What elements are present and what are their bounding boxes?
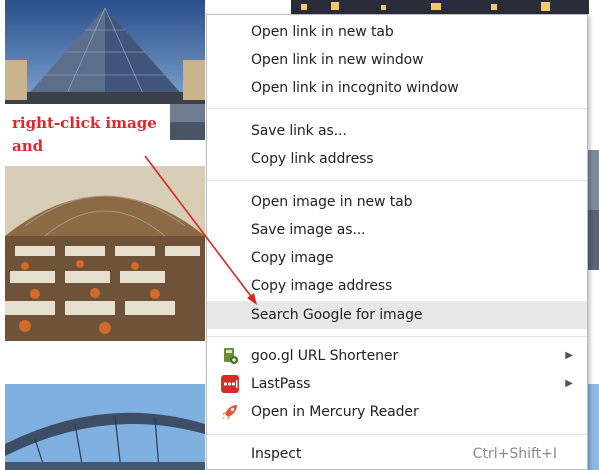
- submenu-arrow-icon: ▶: [565, 350, 573, 361]
- menu-item-open-in-mercury-reader[interactable]: Open in Mercury Reader: [207, 399, 587, 425]
- menu-item-open-image-new-tab[interactable]: Open image in new tab: [207, 189, 587, 215]
- menu-item-goo-gl-shortener[interactable]: goo.gl URL Shortener ▶: [207, 343, 587, 369]
- menu-item-label: Open image in new tab: [251, 194, 413, 210]
- goo-gl-shortener-icon: [221, 347, 239, 365]
- mercury-reader-rocket-icon: [221, 403, 239, 421]
- annotation-callout: right-click image and: [0, 104, 170, 166]
- menu-item-save-image-as[interactable]: Save image as...: [207, 217, 587, 243]
- annotation-line-2: and: [12, 137, 44, 155]
- context-menu: Open link in new tab Open link in new wi…: [206, 14, 588, 470]
- menu-item-label: goo.gl URL Shortener: [251, 348, 399, 364]
- louvre-pyramid-photo[interactable]: [5, 0, 205, 104]
- menu-item-open-link-new-tab[interactable]: Open link in new tab: [207, 19, 587, 45]
- menu-item-copy-link-address[interactable]: Copy link address: [207, 146, 587, 172]
- menu-separator: [207, 336, 587, 337]
- annotation-line-1: right-click image: [12, 114, 157, 132]
- menu-item-save-link-as[interactable]: Save link as...: [207, 118, 587, 144]
- menu-item-label: Open in Mercury Reader: [251, 404, 419, 420]
- menu-item-label: Search Google for image: [251, 307, 423, 323]
- inspect-shortcut: Ctrl+Shift+I: [472, 446, 557, 462]
- partial-photo-right-lower: [588, 384, 599, 470]
- menu-item-search-google-for-image[interactable]: Search Google for image: [207, 301, 587, 329]
- lastpass-icon: [221, 375, 239, 393]
- menu-item-label: LastPass: [251, 376, 311, 392]
- menu-item-label: Open link in new window: [251, 52, 424, 68]
- menu-item-label: Copy image: [251, 250, 334, 266]
- menu-separator: [207, 108, 587, 109]
- city-night-photo[interactable]: [291, 0, 589, 14]
- bridge-photo[interactable]: [5, 384, 205, 470]
- partial-photo-right: [588, 150, 599, 270]
- menu-item-label: Save image as...: [251, 222, 366, 238]
- menu-item-copy-image-address[interactable]: Copy image address: [207, 273, 587, 299]
- menu-item-lastpass[interactable]: LastPass ▶: [207, 371, 587, 397]
- menu-item-label: Open link in new tab: [251, 24, 394, 40]
- menu-item-open-link-new-window[interactable]: Open link in new window: [207, 47, 587, 73]
- market-hall-photo[interactable]: [5, 166, 205, 341]
- menu-separator: [207, 434, 587, 435]
- menu-item-label: Save link as...: [251, 123, 347, 139]
- menu-item-label: Copy link address: [251, 151, 374, 167]
- menu-item-label: Open link in incognito window: [251, 80, 459, 96]
- menu-item-label: Inspect: [251, 446, 302, 462]
- menu-item-open-link-incognito[interactable]: Open link in incognito window: [207, 75, 587, 101]
- menu-item-inspect[interactable]: Inspect Ctrl+Shift+I: [207, 441, 587, 467]
- menu-item-copy-image[interactable]: Copy image: [207, 245, 587, 271]
- menu-item-label: Copy image address: [251, 278, 393, 294]
- menu-separator: [207, 180, 587, 181]
- submenu-arrow-icon: ▶: [565, 378, 573, 389]
